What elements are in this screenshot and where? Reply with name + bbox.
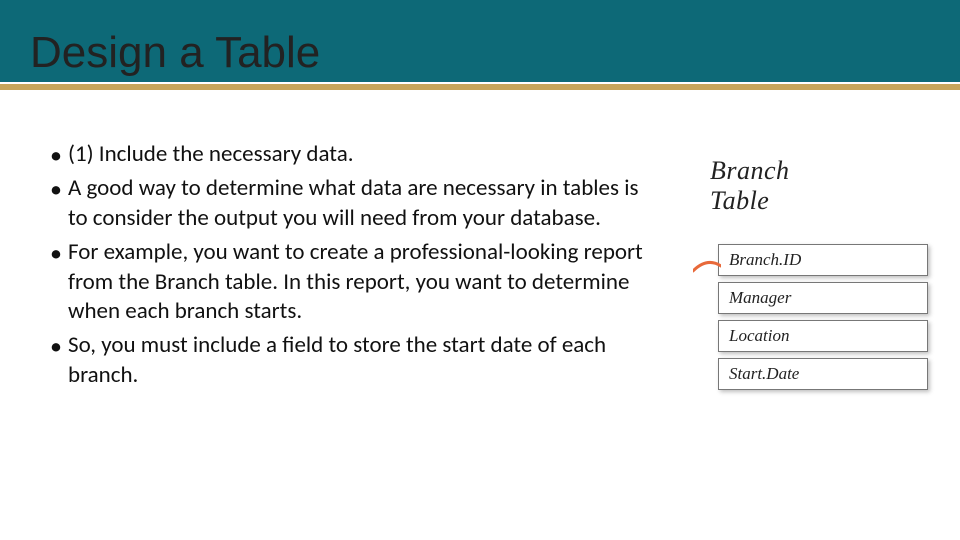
field-row-branch-id: Branch.ID (718, 244, 928, 276)
bullet-item: A good way to determine what data are ne… (50, 174, 660, 234)
content-area: (1) Include the necessary data. A good w… (50, 140, 660, 395)
field-row-location: Location (718, 320, 928, 352)
figure-caption-line: Table (710, 186, 769, 215)
slide: Design a Table (1) Include the necessary… (0, 0, 960, 540)
figure-caption: Branch Table (700, 156, 930, 216)
slide-title: Design a Table (30, 28, 320, 78)
title-underline (0, 84, 960, 90)
field-label: Location (729, 326, 789, 346)
bullet-item: For example, you want to create a profes… (50, 238, 660, 328)
field-label: Manager (729, 288, 791, 308)
bullet-item: (1) Include the necessary data. (50, 140, 660, 170)
highlight-connector-icon (693, 259, 719, 261)
bullet-item: So, you must include a field to store th… (50, 331, 660, 391)
figure-caption-line: Branch (710, 156, 790, 185)
field-label: Branch.ID (729, 250, 801, 270)
field-label: Start.Date (729, 364, 799, 384)
field-row-manager: Manager (718, 282, 928, 314)
field-row-start-date: Start.Date (718, 358, 928, 390)
branch-table-figure: Branch Table Branch.ID Manager Location … (700, 156, 930, 396)
